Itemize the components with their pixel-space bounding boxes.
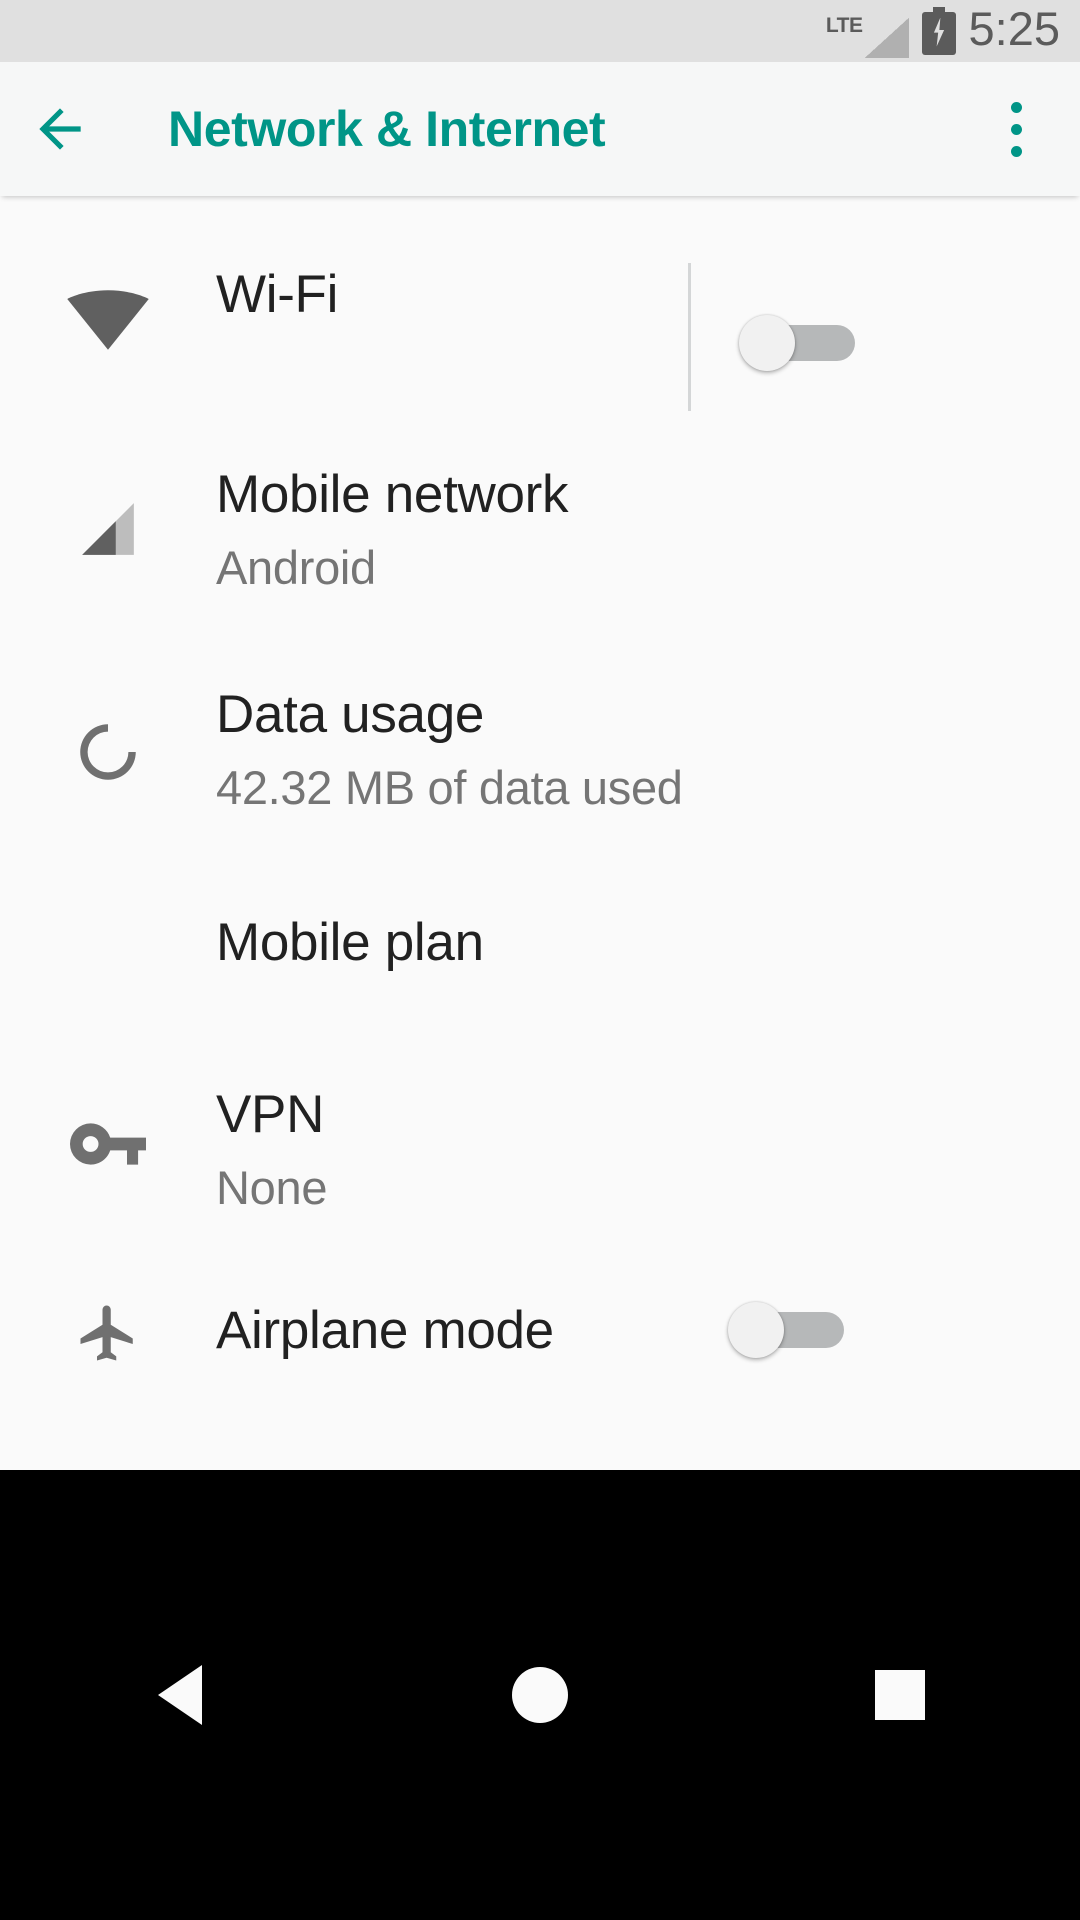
list-item-vpn-subtitle: None	[216, 1161, 328, 1215]
battery-charging-icon	[921, 6, 956, 55]
list-item-vpn-text: VPN None	[216, 1084, 1080, 1216]
more-vert-icon-dot-1	[1010, 101, 1022, 113]
list-item-vpn[interactable]: VPN None	[0, 1084, 1080, 1216]
list-item-data-usage-text: Data usage 42.32 MB of data used	[216, 684, 1080, 816]
signal-cellular-glyph	[82, 503, 134, 555]
android-settings-screen: LTE 5:25 Network & Internet Wi-Fi Mobile…	[0, 0, 1080, 1920]
signal-cellular-0-bar-icon: LTE	[826, 12, 909, 58]
list-item-mobile-plan-text: Mobile plan	[216, 912, 1080, 973]
app-bar: Network & Internet	[0, 62, 1080, 196]
wifi-switch-area	[688, 242, 855, 432]
airplanemode-glyph	[80, 1305, 133, 1361]
nav-back-icon	[158, 1665, 202, 1725]
list-item-data-usage-title: Data usage	[216, 685, 485, 744]
settings-list: Wi-Fi Mobile network Android Data usage …	[0, 196, 1080, 1470]
signal-cellular-icon	[0, 464, 216, 560]
wifi-toggle-thumb	[739, 315, 795, 371]
nav-home-button[interactable]	[440, 1595, 640, 1795]
more-vert-icon-dot-3	[1010, 145, 1022, 157]
list-item-mobile-plan-title: Mobile plan	[216, 913, 484, 972]
vpn-key-glyph	[70, 1123, 146, 1165]
nav-home-icon	[512, 1667, 568, 1723]
list-item-wifi[interactable]: Wi-Fi	[0, 242, 1080, 411]
airplane-mode-toggle[interactable]	[728, 1302, 844, 1358]
system-navigation-bar	[0, 1470, 1080, 1920]
list-item-mobile-network[interactable]: Mobile network Android	[0, 464, 1080, 596]
more-vert-icon-dot-2	[1010, 123, 1022, 135]
battery-cap	[932, 6, 945, 12]
airplane-switch-area	[728, 1302, 844, 1358]
list-item-airplane-mode-title: Airplane mode	[216, 1301, 554, 1360]
nav-back-button[interactable]	[80, 1595, 280, 1795]
list-item-airplane-mode-text: Airplane mode	[216, 1294, 1080, 1361]
vertical-divider	[688, 263, 691, 411]
list-item-mobile-network-text: Mobile network Android	[216, 464, 1080, 596]
signal-triangle-icon	[864, 17, 909, 58]
overflow-menu-button[interactable]	[976, 62, 1056, 196]
airplanemode-icon	[0, 1294, 216, 1366]
status-bar-clock: 5:25	[968, 1, 1060, 55]
wifi-glyph	[67, 290, 149, 350]
list-item-mobile-plan[interactable]: Mobile plan	[0, 912, 1080, 973]
vpn-key-icon	[0, 1084, 216, 1166]
status-bar-icons: LTE 5:25	[826, 5, 1060, 58]
arrow-back-icon	[39, 108, 81, 150]
list-item-wifi-title: Wi-Fi	[216, 265, 339, 324]
list-item-airplane-mode[interactable]: Airplane mode	[0, 1294, 1080, 1366]
data-usage-glyph	[80, 724, 136, 780]
list-item-data-usage[interactable]: Data usage 42.32 MB of data used	[0, 684, 1080, 816]
data-usage-icon	[0, 684, 216, 786]
airplane-toggle-thumb	[728, 1302, 784, 1358]
list-item-mobile-network-subtitle: Android	[216, 541, 376, 595]
nav-recents-button[interactable]	[800, 1595, 1000, 1795]
page-title: Network & Internet	[168, 101, 606, 157]
wifi-icon	[0, 242, 216, 350]
list-item-wifi-text: Wi-Fi	[216, 242, 1080, 325]
list-item-mobile-network-title: Mobile network	[216, 465, 569, 524]
nav-recents-icon	[875, 1670, 925, 1720]
wifi-toggle[interactable]	[739, 315, 855, 371]
list-item-vpn-title: VPN	[216, 1085, 325, 1144]
back-button[interactable]	[0, 62, 120, 196]
status-bar: LTE 5:25	[0, 0, 1080, 62]
list-item-data-usage-subtitle: 42.32 MB of data used	[216, 761, 683, 815]
network-type-label: LTE	[825, 13, 863, 37]
